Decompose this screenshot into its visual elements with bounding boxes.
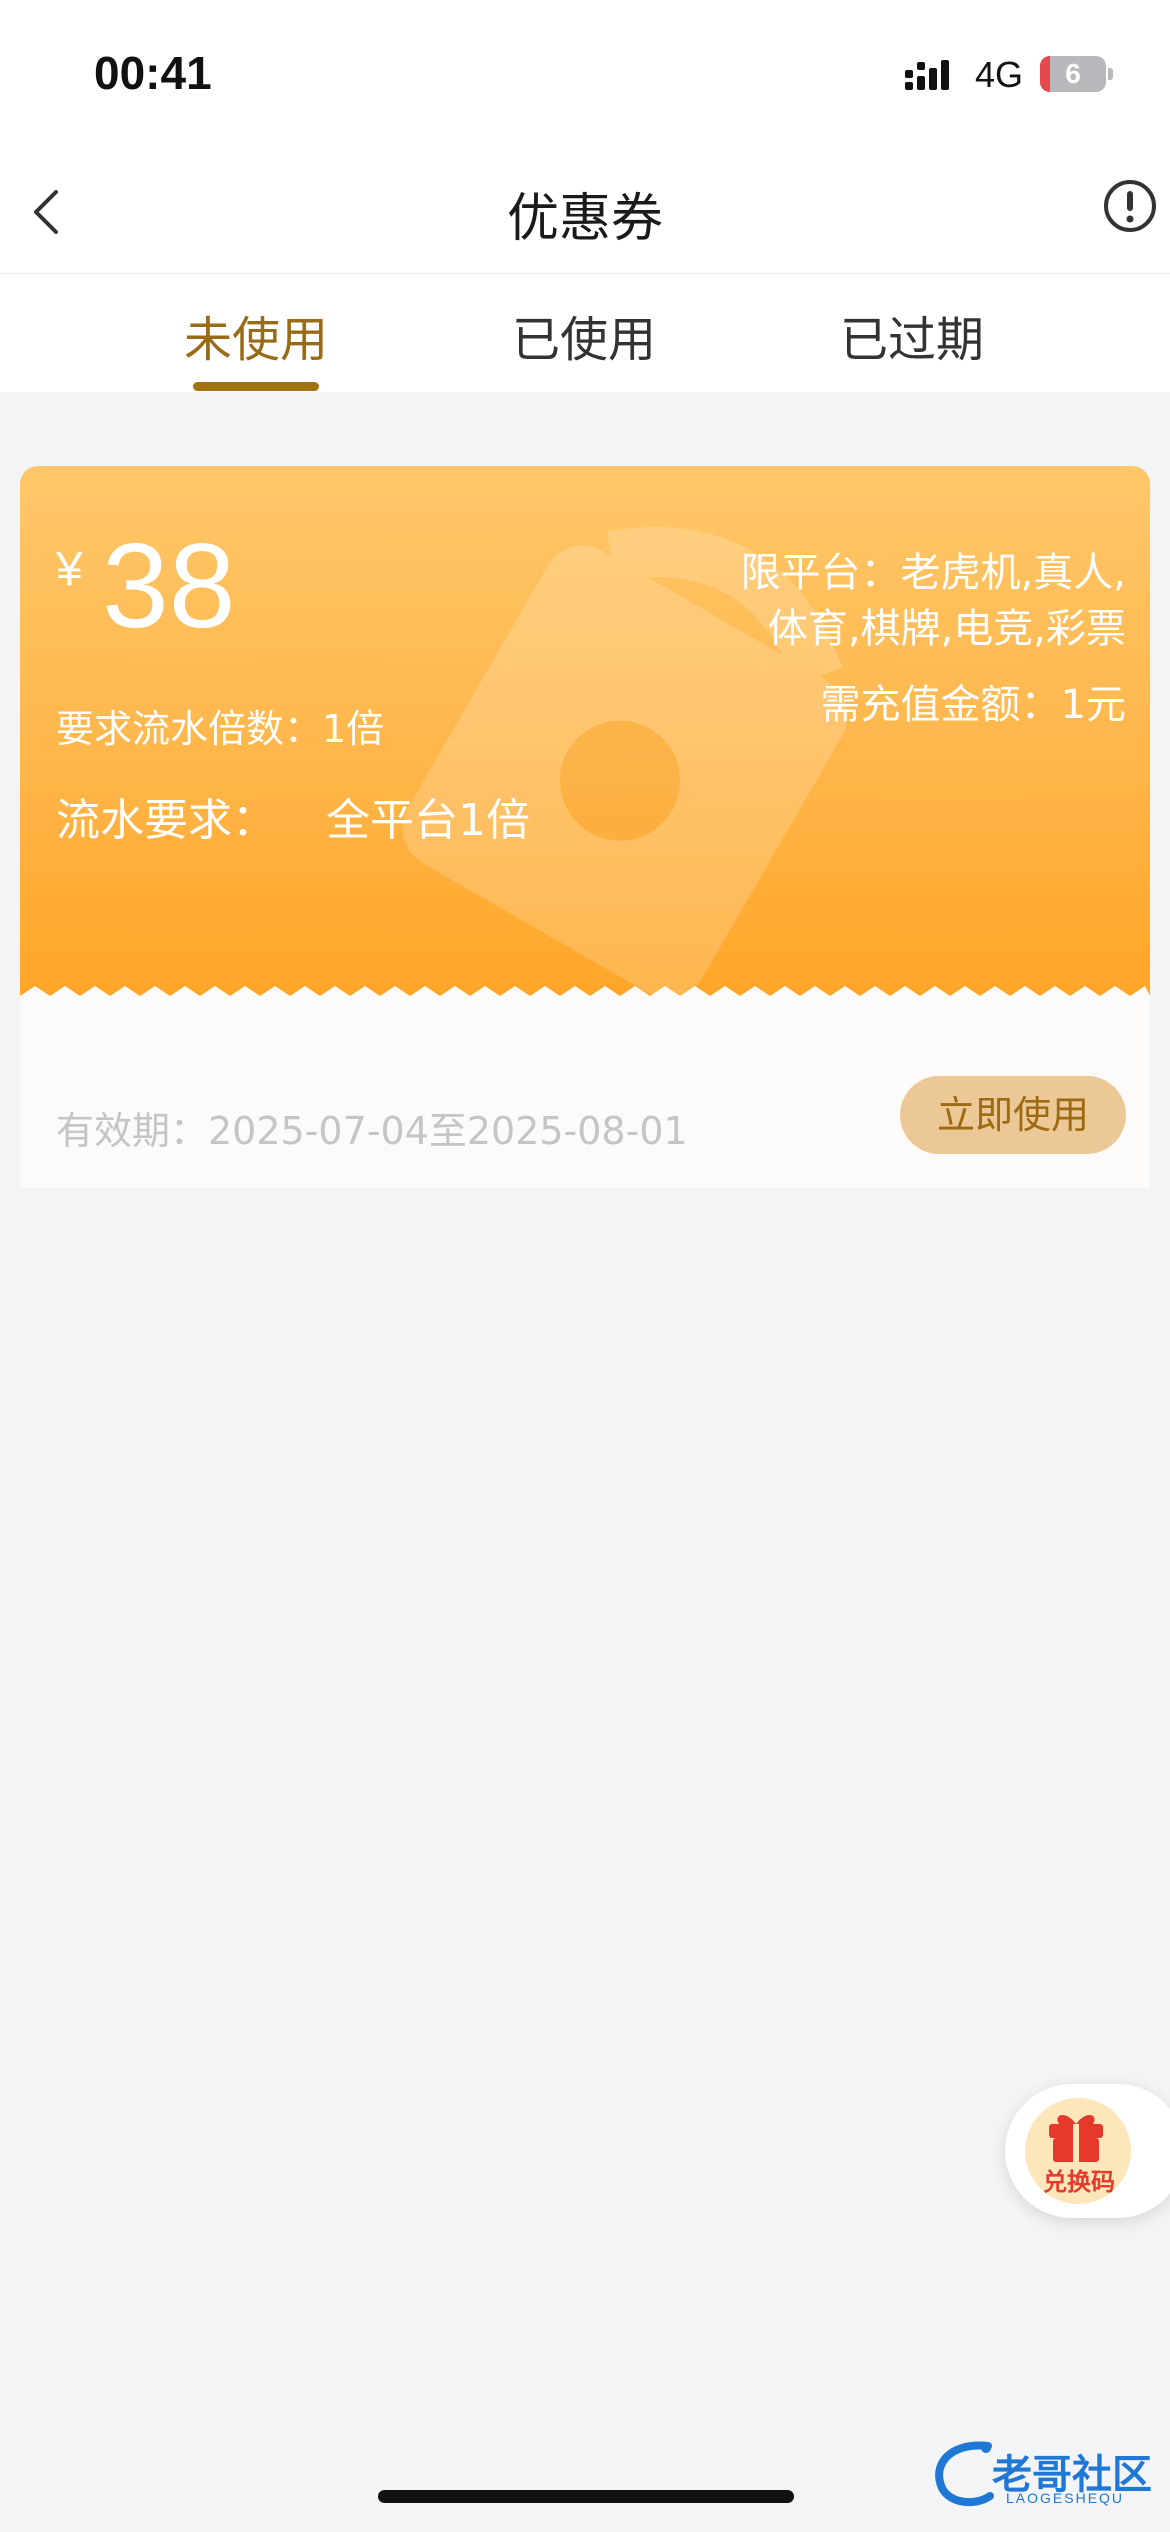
coupon-top: ¥ 38 要求流水倍数：1倍 流水要求： 全平台1倍 限平台：老虎机,真人, 体…: [20, 466, 1150, 1006]
use-now-button[interactable]: 立即使用: [900, 1076, 1126, 1154]
status-bar: 00:41 4G 6: [0, 0, 1170, 150]
battery-icon: 6: [1040, 56, 1113, 92]
info-icon[interactable]: [1102, 178, 1158, 234]
gift-icon: [1049, 2114, 1103, 2162]
site-logo: 老哥社区 LAOGESHEQU: [928, 2436, 1158, 2516]
tab-indicator: [193, 382, 319, 391]
home-indicator: [378, 2490, 794, 2503]
page-title: 优惠券: [506, 189, 663, 249]
logo-subtext: LAOGESHEQU: [1006, 2490, 1125, 2506]
battery-level: 6: [1065, 58, 1081, 89]
platform-limit-line1: 限平台：老虎机,真人,: [740, 550, 1126, 596]
network-type: 4G: [975, 54, 1024, 95]
recharge-amount: 需充值金额：1元: [820, 682, 1126, 728]
redeem-code-label: 兑换码: [1043, 2168, 1115, 2196]
dragon-logo-icon: [935, 2441, 994, 2507]
flow-requirement-label: 流水要求：: [56, 795, 276, 846]
redeem-code-button[interactable]: 兑换码: [1005, 2084, 1170, 2218]
tab-unused[interactable]: 未使用: [146, 300, 366, 370]
signal-icon: [905, 60, 949, 90]
status-time: 00:41: [94, 47, 212, 99]
validity-period: 有效期：2025-07-04至2025-08-01: [56, 1109, 688, 1153]
coupon-amount: 38: [102, 519, 236, 653]
tab-used[interactable]: 已使用: [474, 300, 694, 370]
coupon-card: ¥ 38 要求流水倍数：1倍 流水要求： 全平台1倍 限平台：老虎机,真人, 体…: [20, 466, 1150, 1188]
currency-symbol: ¥: [56, 543, 83, 596]
nav-bar: 优惠券: [0, 150, 1170, 274]
platform-limit-line2: 体育,棋牌,电竞,彩票: [767, 606, 1126, 652]
tab-expired[interactable]: 已过期: [802, 300, 1022, 370]
flow-requirement-value: 全平台1倍: [326, 795, 530, 846]
tab-bar: 未使用 已使用 已过期: [0, 274, 1170, 392]
wager-multiple: 要求流水倍数：1倍: [56, 707, 385, 751]
